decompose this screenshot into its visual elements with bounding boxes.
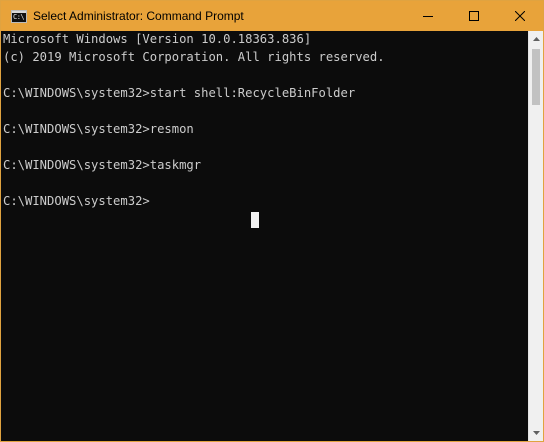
console-line: C:\WINDOWS\system32>taskmgr [3,158,202,172]
title-bar[interactable]: C:\ Select Administrator: Command Prompt [1,1,543,31]
console-line: Microsoft Windows [Version 10.0.18363.83… [3,32,312,46]
scroll-down-arrow-icon [532,431,540,435]
console-line: C:\WINDOWS\system32>resmon [3,122,194,136]
console-line: C:\WINDOWS\system32>start shell:RecycleB… [3,86,356,100]
command-prompt-window: C:\ Select Administrator: Command Prompt [0,0,544,442]
window-title: Select Administrator: Command Prompt [33,9,244,23]
maximize-button[interactable] [451,1,497,31]
minimize-icon [423,16,433,17]
close-button[interactable] [497,1,543,31]
command-prompt-icon[interactable]: C:\ [11,9,27,23]
console-prompt-line: C:\WINDOWS\system32> [3,194,150,208]
close-icon [515,11,525,21]
vertical-scrollbar[interactable] [528,31,543,441]
app-icon-glyph: C:\ [13,12,25,21]
scroll-up-button[interactable] [529,31,543,47]
scroll-down-button[interactable] [529,425,543,441]
console-line: (c) 2019 Microsoft Corporation. All righ… [3,50,385,64]
scroll-up-arrow-icon [532,37,540,41]
minimize-button[interactable] [405,1,451,31]
maximize-icon [469,11,479,21]
text-cursor [251,212,259,228]
scrollbar-thumb[interactable] [532,49,540,105]
window-controls [405,1,543,31]
console-output[interactable]: Microsoft Windows [Version 10.0.18363.83… [1,31,528,441]
